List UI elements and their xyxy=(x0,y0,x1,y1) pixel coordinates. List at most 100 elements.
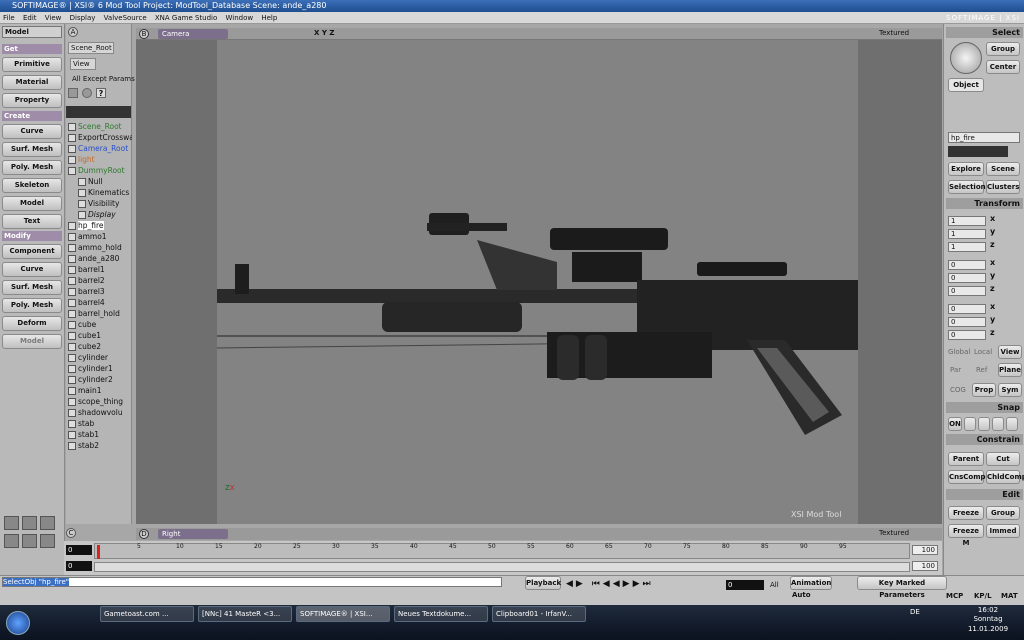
tree-item[interactable]: barrel2 xyxy=(68,275,132,286)
prop-button[interactable]: Prop xyxy=(972,383,996,397)
tree-item[interactable]: cube2 xyxy=(68,341,132,352)
modify-poly-mesh-button[interactable]: Poly. Mesh xyxy=(2,298,62,313)
viewport-axes[interactable]: X Y Z xyxy=(314,29,334,37)
select-arrow-icon[interactable] xyxy=(950,42,982,74)
scale-z-field[interactable]: 1 xyxy=(948,242,986,252)
task-nnc[interactable]: [NNc] 41 MasteR <3... xyxy=(198,606,292,622)
object-button[interactable]: Object xyxy=(948,78,984,92)
tab-kpl[interactable]: KP/L xyxy=(974,592,992,600)
tree-item[interactable]: barrel4 xyxy=(68,297,132,308)
menu-help[interactable]: Help xyxy=(261,14,277,22)
modify-curve-button[interactable]: Curve xyxy=(2,262,62,277)
explore-button[interactable]: Explore xyxy=(948,162,984,176)
immed-button[interactable]: Immed xyxy=(986,524,1020,538)
animation-button[interactable]: Animation xyxy=(790,576,832,590)
search-input[interactable] xyxy=(66,106,131,118)
range-slider[interactable] xyxy=(94,562,910,572)
menu-file[interactable]: File xyxy=(3,14,15,22)
textured-mode[interactable]: Textured xyxy=(879,29,909,37)
cut-button[interactable]: Cut xyxy=(986,452,1020,466)
clock-time[interactable]: 16:02 xyxy=(963,606,1013,614)
translate-x-field[interactable]: 0 xyxy=(948,304,986,314)
menu-window[interactable]: Window xyxy=(226,14,254,22)
par-mode[interactable]: Par xyxy=(950,366,961,374)
menu-valvesource[interactable]: ValveSource xyxy=(104,14,147,22)
tree-item[interactable]: Scene_Root xyxy=(68,121,132,132)
material-button[interactable]: Material xyxy=(2,75,62,90)
translate-z-field[interactable]: 0 xyxy=(948,330,986,340)
tree-item[interactable]: scope_thing xyxy=(68,396,132,407)
auto-key-toggle[interactable]: Auto xyxy=(792,591,811,599)
task-textdokument[interactable]: Neues Textdokume... xyxy=(394,606,488,622)
layout-6-icon[interactable] xyxy=(40,534,55,548)
rotate-z-field[interactable]: 0 xyxy=(948,286,986,296)
view-button[interactable]: View xyxy=(70,58,96,70)
scene-root-button[interactable]: Scene_Root xyxy=(68,42,114,54)
tree-item[interactable]: DummyRoot xyxy=(68,165,132,176)
parent-button[interactable]: Parent xyxy=(948,452,984,466)
lock-icon[interactable] xyxy=(68,88,78,98)
snap-point-icon[interactable] xyxy=(964,417,976,431)
explorer-tab-a[interactable]: A xyxy=(68,27,78,37)
playback-button[interactable]: Playback xyxy=(525,576,561,590)
deform-button[interactable]: Deform xyxy=(2,316,62,331)
mode-dropdown[interactable]: Model xyxy=(2,26,62,38)
component-button[interactable]: Component xyxy=(2,244,62,259)
scene-button[interactable]: Scene xyxy=(986,162,1020,176)
selection-filter-field[interactable] xyxy=(948,146,1008,157)
tree-item[interactable]: barrel1 xyxy=(68,264,132,275)
filter-label[interactable]: All Except Params xyxy=(72,75,135,83)
snap-curve-icon[interactable] xyxy=(978,417,990,431)
center-button[interactable]: Center xyxy=(986,60,1020,74)
key-marked-button[interactable]: Key Marked Parameters xyxy=(857,576,947,599)
start-button[interactable] xyxy=(6,611,30,635)
freeze-button[interactable]: Freeze xyxy=(948,506,984,520)
tree-item[interactable]: Visibility xyxy=(68,198,132,209)
tab-mcp[interactable]: MCP xyxy=(946,592,963,600)
tree-item[interactable]: Camera_Root xyxy=(68,143,132,154)
layout-2-icon[interactable] xyxy=(22,516,37,530)
end-range-field[interactable]: 100 xyxy=(912,561,938,571)
chldcomp-button[interactable]: ChldComp xyxy=(986,470,1024,484)
sym-button[interactable]: Sym xyxy=(998,383,1022,397)
layout-4-icon[interactable] xyxy=(4,534,19,548)
help-icon[interactable]: ? xyxy=(96,88,106,98)
translate-y-field[interactable]: 0 xyxy=(948,317,986,327)
viewport-d-tab[interactable]: D xyxy=(139,529,149,539)
tree-item[interactable]: barrel_hold xyxy=(68,308,132,319)
command-line[interactable]: SelectObj "hp_fire" xyxy=(2,577,502,587)
task-gametoast[interactable]: Gametoast.com ... xyxy=(100,606,194,622)
cog-toggle[interactable]: COG xyxy=(950,386,966,394)
snap-surface-icon[interactable] xyxy=(992,417,1004,431)
clusters-button[interactable]: Clusters xyxy=(986,180,1020,194)
explorer-tab-c[interactable]: C xyxy=(66,528,76,538)
current-frame-field[interactable]: 0 xyxy=(726,580,764,590)
menu-edit[interactable]: Edit xyxy=(23,14,37,22)
tree-item[interactable]: Display xyxy=(68,209,132,220)
tree-item[interactable]: shadowvolu xyxy=(68,407,132,418)
selected-object-field[interactable]: hp_fire xyxy=(948,132,1020,143)
property-button[interactable]: Property xyxy=(2,93,62,108)
tab-mat[interactable]: MAT xyxy=(1001,592,1018,600)
rotate-x-field[interactable]: 0 xyxy=(948,260,986,270)
view-mode-button[interactable]: View xyxy=(998,345,1022,359)
menu-display[interactable]: Display xyxy=(70,14,96,22)
tree-item[interactable]: stab xyxy=(68,418,132,429)
snap-on-button[interactable]: ON xyxy=(948,417,962,431)
tree-item[interactable]: stab2 xyxy=(68,440,132,451)
tree-item[interactable]: stab1 xyxy=(68,429,132,440)
layout-5-icon[interactable] xyxy=(22,534,37,548)
global-mode[interactable]: Global xyxy=(948,348,970,356)
local-mode[interactable]: Local xyxy=(974,348,992,356)
freeze-m-button[interactable]: Freeze M xyxy=(948,524,984,547)
start-range-field[interactable]: 0 xyxy=(66,561,92,571)
language-indicator[interactable]: DE xyxy=(910,608,920,616)
tree-item[interactable]: hp_fire xyxy=(68,220,132,231)
scale-x-field[interactable]: 1 xyxy=(948,216,986,226)
tree-item[interactable]: main1 xyxy=(68,385,132,396)
tree-item[interactable]: Null xyxy=(68,176,132,187)
tree-item[interactable]: barrel3 xyxy=(68,286,132,297)
rifle-model[interactable] xyxy=(216,40,859,524)
tree-item[interactable]: cylinder2 xyxy=(68,374,132,385)
ref-mode[interactable]: Ref xyxy=(976,366,987,374)
